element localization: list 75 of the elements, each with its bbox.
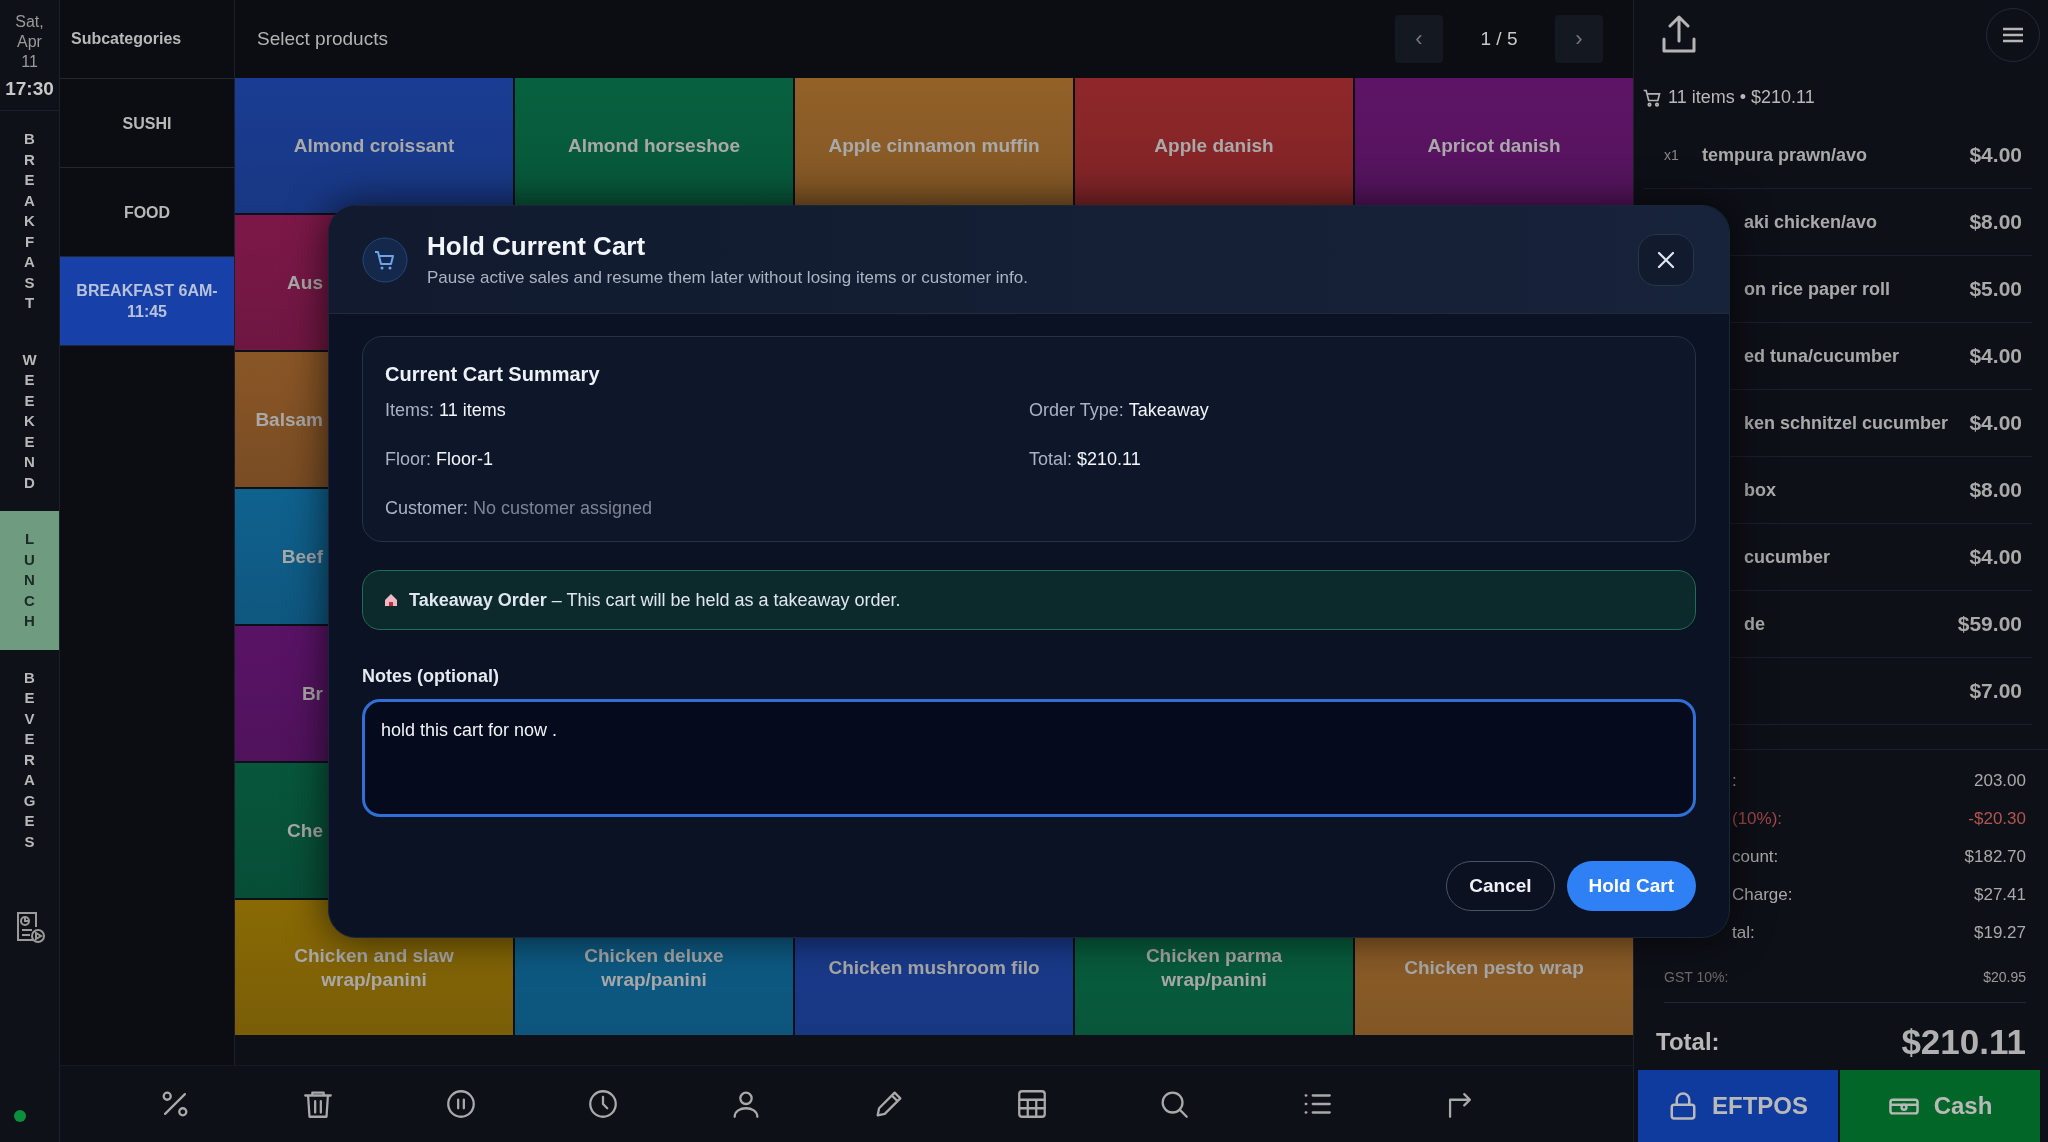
item-name: tempura prawn/avo [1702,144,1868,166]
products-title: Select products [257,28,388,50]
close-icon [1657,250,1675,269]
total-value: -$20.30 [1968,809,2026,830]
next-page-button[interactable]: › [1555,15,1603,63]
total-label: (10%): [1732,809,1783,830]
total-value: $19.27 [1974,923,2026,944]
dialog-title: Hold Current Cart [427,231,647,262]
item-price: $4.00 [1969,545,2023,570]
summary-label: Items: [385,400,434,421]
category-tab[interactable]: LUNCH [0,511,59,650]
summary-label: Floor: [385,449,431,470]
lock-icon [1668,1090,1698,1121]
notes-label: Notes (optional) [362,666,500,687]
grand-total-value: $210.11 [1901,1021,2026,1062]
eftpos-button[interactable]: EFTPOS [1638,1069,1838,1142]
item-name: ken schnitzel cucumber [1744,412,1949,434]
summary-label: Order Type: [1029,400,1124,421]
summary-label: Customer: [385,498,469,519]
total-value: 203.00 [1974,771,2026,792]
summary-label: Total: [1029,449,1073,470]
summary-value: 11 items [439,400,506,421]
total-label: count: [1732,847,1779,868]
item-name: on rice paper roll [1744,278,1891,300]
subcategories-title: Subcategories [71,30,182,48]
total-value: $20.95 [1983,969,2026,986]
total-label: GST 10%: [1664,969,1729,986]
product-tile[interactable]: Almond croissant [235,78,513,213]
takeaway-notice: Takeaway Order – This cart will be held as a takeaway order. [409,589,901,611]
subcategory-item[interactable]: BREAKFAST 6AM-11:45 [60,257,234,346]
item-price: $8.00 [1969,210,2023,235]
summary-value: $210.11 [1077,449,1141,470]
category-tab[interactable]: WEEKEND [0,331,59,511]
item-name: box [1744,479,1776,501]
total-label: tal: [1732,923,1755,944]
share-icon[interactable] [1661,14,1697,55]
date-label: Sat, Apr 11 [14,12,45,72]
total-label: : [1732,771,1737,792]
total-value: $27.41 [1974,885,2026,906]
cash-button[interactable]: Cash [1840,1069,2040,1142]
item-price: $4.00 [1969,411,2023,436]
category-tab[interactable]: BEVERAGES [0,649,59,870]
cart-icon [1642,87,1662,108]
item-name: ed tuna/cucumber [1744,345,1900,367]
item-quantity: x1 [1664,147,1680,164]
item-price: $7.00 [1969,679,2023,704]
cart-icon [361,235,409,284]
dialog-subtitle: Pause active sales and resume them later without losing items or customer info. [427,268,1028,288]
item-price: $4.00 [1969,143,2023,168]
cancel-button[interactable]: Cancel [1446,861,1555,911]
house-icon [383,592,399,608]
summary-value: Floor-1 [436,449,494,470]
item-price: $4.00 [1969,344,2023,369]
summary-title: Current Cart Summary [385,363,601,386]
total-value: $182.70 [1964,847,2026,868]
hold-cart-button[interactable]: Hold Cart [1566,861,1696,911]
close-button[interactable] [1638,233,1694,286]
subcategory-item[interactable]: SUSHI [60,79,234,168]
summary-value: Takeaway [1128,400,1209,421]
summary-value: No customer assigned [473,498,653,519]
previous-page-button[interactable]: ‹ [1395,15,1443,63]
page-indicator: 1 / 5 [1479,28,1519,50]
total-label: Charge: [1732,885,1793,906]
time-label: 17:30 [5,78,54,100]
menu-icon [2002,26,2024,43]
item-price: $8.00 [1969,478,2023,503]
item-price: $59.00 [1957,612,2023,637]
notes-field[interactable]: hold this cart for now . [362,699,1696,817]
item-name: aki chicken/avo [1744,211,1878,233]
cart-summary: 11 items • $210.11 [1668,87,1815,109]
category-tab[interactable]: BREAKFAST [0,111,59,332]
item-name: cucumber [1744,546,1831,568]
grand-total-label: Total: [1656,1027,1720,1056]
item-price: $5.00 [1969,277,2023,302]
item-name: de [1744,613,1765,635]
